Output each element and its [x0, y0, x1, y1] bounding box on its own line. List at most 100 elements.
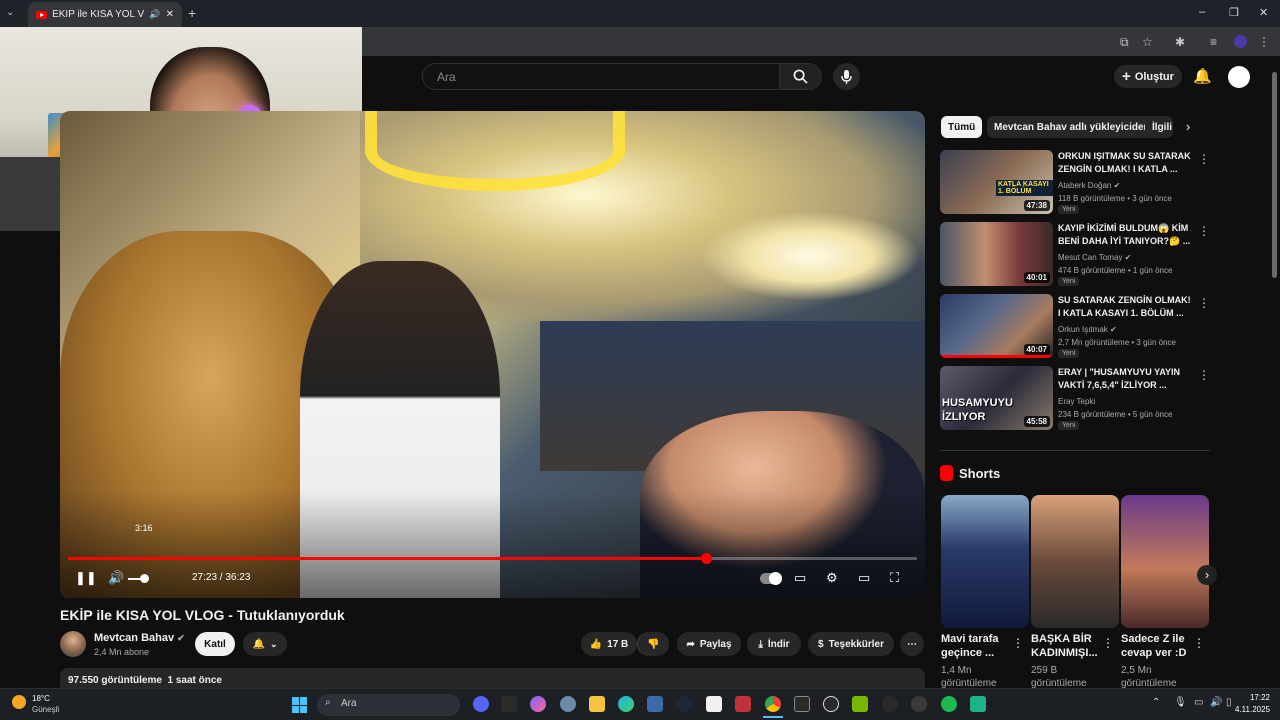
media-control-icon[interactable]: ≡ — [1210, 35, 1217, 49]
chip-all[interactable]: Tümü — [941, 116, 983, 138]
fullscreen-icon[interactable]: ⛶ — [890, 570, 899, 586]
channel-avatar[interactable] — [60, 631, 86, 657]
maximize-button[interactable]: ❐ — [1229, 6, 1239, 19]
short-thumbnail[interactable] — [1121, 495, 1209, 628]
account-avatar[interactable] — [1228, 66, 1250, 88]
browser-menu-icon[interactable]: ⋮ — [1258, 35, 1270, 49]
more-actions-button[interactable]: ⋯ — [900, 632, 924, 656]
recommendation-item[interactable]: KATLA KASAYI 1. BÖLÜM 47:38 ORKUN IŞITMA… — [940, 150, 1210, 216]
windows-start-icon[interactable] — [292, 697, 308, 713]
weather-temperature[interactable]: 18°C — [32, 694, 50, 703]
kebab-menu-icon[interactable]: ⋮ — [1198, 224, 1210, 238]
app-icon[interactable] — [706, 696, 722, 712]
profile-avatar[interactable] — [1234, 35, 1247, 48]
extensions-icon[interactable]: ✱ — [1175, 35, 1185, 49]
tray-network-icon[interactable]: ▭ — [1194, 697, 1203, 708]
weather-sun-icon[interactable] — [12, 695, 26, 709]
kebab-menu-icon[interactable]: ⋮ — [1198, 152, 1210, 166]
time-display: 27:23 / 36:23 — [192, 572, 251, 583]
chip-related[interactable]: İlgili — [1145, 116, 1173, 138]
join-button[interactable]: Katıl — [195, 632, 235, 656]
tab-close-icon[interactable]: ✕ — [166, 9, 174, 20]
kebab-menu-icon[interactable]: ⋮ — [1102, 636, 1114, 650]
recommendation-item[interactable]: 40:07 SU SATARAK ZENGİN OLMAK! I KATLA K… — [940, 294, 1210, 360]
new-badge: Yeni — [1058, 277, 1080, 286]
short-thumbnail[interactable] — [941, 495, 1029, 628]
like-button[interactable]: 👍 17 B — [581, 632, 637, 656]
tray-volume-icon[interactable]: 🔊 — [1210, 697, 1222, 708]
copilot-icon[interactable] — [530, 696, 546, 712]
app-icon[interactable] — [970, 696, 986, 712]
page-scrollbar[interactable] — [1272, 72, 1277, 278]
tray-microphone-icon[interactable]: 🎙 — [1174, 697, 1187, 708]
share-label: Paylaş — [699, 638, 732, 650]
clock-time[interactable]: 17:22 — [1238, 693, 1270, 702]
ceiling-light-ring — [365, 111, 625, 191]
voice-search-button[interactable] — [833, 63, 860, 90]
file-explorer-icon[interactable] — [589, 696, 605, 712]
discord-icon[interactable] — [473, 696, 489, 712]
chrome-icon[interactable] — [765, 696, 781, 712]
kebab-menu-icon[interactable]: ⋮ — [1198, 296, 1210, 310]
progress-scrubber[interactable] — [701, 553, 712, 564]
pause-icon[interactable]: ❚❚ — [75, 570, 97, 586]
recommendation-item[interactable]: HUSAMYUYU İZLIYOR 45:58 ERAY | "HUSAMYUY… — [940, 366, 1210, 432]
search-icon: ⌕ — [325, 697, 331, 708]
search-input[interactable]: Ara — [422, 63, 780, 90]
tab-audio-icon[interactable]: 🔊 — [149, 9, 160, 20]
progress-bar-fill — [68, 557, 706, 560]
kebab-menu-icon[interactable]: ⋮ — [1198, 368, 1210, 382]
volume-slider-handle[interactable] — [140, 574, 149, 583]
autoplay-toggle[interactable] — [760, 572, 782, 585]
recommendation-item[interactable]: 40:01 KAYIP İKİZİMİ BULDUM😱 KİM BENİ DAH… — [940, 222, 1210, 288]
app-icon[interactable] — [882, 696, 898, 712]
create-button[interactable]: + Oluştur — [1114, 65, 1182, 88]
nvidia-icon[interactable] — [852, 696, 868, 712]
channel-name-text: Mevtcan Bahav — [94, 632, 175, 644]
close-window-button[interactable]: ✕ — [1259, 6, 1268, 19]
new-tab-button[interactable]: + — [188, 5, 196, 21]
edge-icon[interactable] — [618, 696, 634, 712]
tab-list-chevron-icon[interactable]: ⌄ — [6, 7, 14, 18]
subscribed-bell-button[interactable]: 🔔 ⌄ — [243, 632, 287, 656]
minimize-button[interactable]: – — [1199, 6, 1205, 18]
cast-icon[interactable]: ⧉ — [1120, 35, 1129, 50]
dislike-button[interactable]: 👎 — [637, 632, 669, 656]
short-thumbnail[interactable] — [1031, 495, 1119, 628]
kebab-menu-icon[interactable]: ⋮ — [1193, 636, 1205, 650]
channel-name[interactable]: Mevtcan Bahav ✔ — [94, 632, 185, 644]
notifications-bell-icon[interactable]: 🔔 — [1193, 67, 1212, 85]
tray-chevron-up-icon[interactable]: ⌃ — [1152, 697, 1160, 708]
epic-games-icon[interactable] — [501, 696, 517, 712]
recorder-icon[interactable] — [735, 696, 751, 712]
kebab-menu-icon[interactable]: ⋮ — [1012, 636, 1024, 650]
video-player[interactable]: 3:16 ❚❚ 🔊 27:23 / 36:23 ▭ ⚙ ▭ ⛶ — [60, 111, 925, 598]
taskbar-search[interactable]: ⌕ Ara — [317, 694, 460, 716]
chatgpt-icon[interactable] — [823, 696, 839, 712]
store-icon[interactable] — [647, 696, 663, 712]
shorts-logo-icon — [940, 465, 953, 481]
settings-gear-icon[interactable]: ⚙ — [826, 570, 838, 586]
share-button[interactable]: ➦ Paylaş — [677, 632, 741, 656]
download-button[interactable]: ⤓ İndir — [747, 632, 801, 656]
theater-mode-icon[interactable]: ▭ — [858, 570, 870, 586]
steam-icon[interactable] — [676, 696, 692, 712]
new-badge: Yeni — [1058, 205, 1080, 214]
subtitles-icon[interactable]: ▭ — [794, 570, 806, 586]
tab-title: EKİP ile KISA YOL VLOG - Tu — [52, 9, 145, 20]
volume-icon[interactable]: 🔊 — [108, 570, 124, 586]
settings-icon[interactable] — [560, 696, 576, 712]
search-button[interactable] — [780, 63, 822, 90]
spotify-icon[interactable] — [941, 696, 957, 712]
browser-tab[interactable]: EKİP ile KISA YOL VLOG - Tu 🔊 ✕ — [28, 2, 182, 27]
app-icon[interactable] — [911, 696, 927, 712]
shorts-next-chevron-icon[interactable]: › — [1197, 565, 1217, 585]
bookmark-star-icon[interactable]: ☆ — [1142, 35, 1153, 49]
chip-uploader[interactable]: Mevtcan Bahav adlı yükleyiciden — [987, 116, 1157, 138]
windows-taskbar — [0, 688, 1280, 720]
clock-date[interactable]: 4.11.2025 — [1228, 705, 1270, 714]
thanks-button[interactable]: $ Teşekkürler — [808, 632, 894, 656]
microphone-icon — [841, 69, 852, 84]
capcut-icon[interactable] — [794, 696, 810, 712]
chevron-right-icon[interactable]: › — [1186, 119, 1190, 134]
